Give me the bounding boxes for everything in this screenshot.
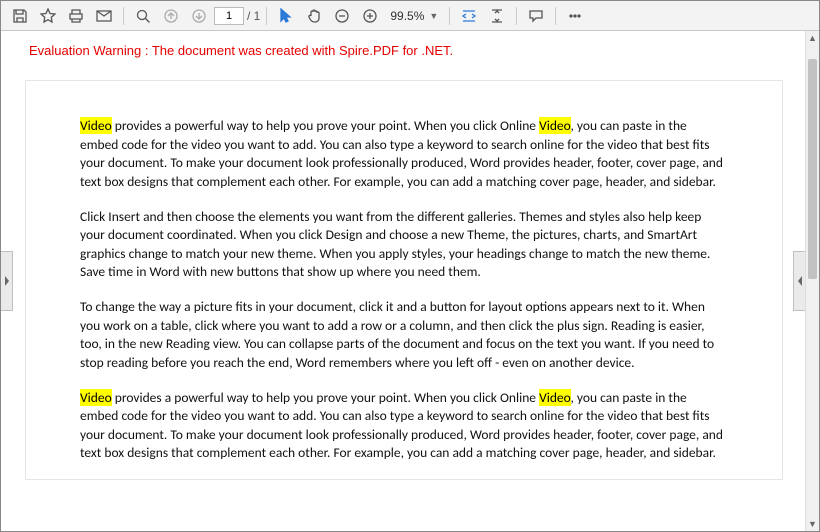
text: provides a powerful way to help you prov… bbox=[112, 117, 539, 134]
save-icon[interactable] bbox=[7, 4, 33, 28]
highlight: Video bbox=[80, 117, 112, 134]
mail-icon[interactable] bbox=[91, 4, 117, 28]
highlight: Video bbox=[80, 389, 112, 406]
highlight: Video bbox=[539, 389, 570, 406]
evaluation-warning: Evaluation Warning : The document was cr… bbox=[25, 43, 783, 58]
separator bbox=[266, 7, 267, 25]
fit-width-icon[interactable] bbox=[456, 4, 482, 28]
page-down-icon[interactable] bbox=[186, 4, 212, 28]
scroll-thumb[interactable] bbox=[808, 59, 817, 279]
pointer-icon[interactable] bbox=[273, 4, 299, 28]
zoom-level-select[interactable]: 99.5% ▼ bbox=[385, 7, 443, 25]
paragraph-4: Video provides a powerful way to help yo… bbox=[80, 389, 728, 464]
scroll-up-icon[interactable]: ▲ bbox=[806, 31, 819, 45]
zoom-out-icon[interactable] bbox=[329, 4, 355, 28]
separator bbox=[555, 7, 556, 25]
document-page: Video provides a powerful way to help yo… bbox=[25, 80, 783, 480]
app-window: / 1 99.5% ▼ ▲ ▼ Evaluation Wa bbox=[0, 0, 820, 532]
text: provides a powerful way to help you prov… bbox=[112, 389, 539, 406]
hand-icon[interactable] bbox=[301, 4, 327, 28]
page-total-label: / 1 bbox=[247, 9, 260, 23]
separator bbox=[516, 7, 517, 25]
print-icon[interactable] bbox=[63, 4, 89, 28]
search-icon[interactable] bbox=[130, 4, 156, 28]
page-current-input[interactable] bbox=[214, 7, 244, 25]
highlight: Video bbox=[539, 117, 570, 134]
left-panel-toggle[interactable] bbox=[1, 251, 13, 311]
paragraph-3: To change the way a picture fits in your… bbox=[80, 298, 728, 373]
star-icon[interactable] bbox=[35, 4, 61, 28]
toolbar: / 1 99.5% ▼ bbox=[1, 1, 819, 31]
paragraph-1: Video provides a powerful way to help yo… bbox=[80, 117, 728, 192]
vertical-scrollbar[interactable]: ▲ ▼ bbox=[805, 31, 819, 531]
paragraph-2: Click Insert and then choose the element… bbox=[80, 208, 728, 283]
separator bbox=[449, 7, 450, 25]
more-icon[interactable] bbox=[562, 4, 588, 28]
right-panel-toggle[interactable] bbox=[793, 251, 805, 311]
comment-icon[interactable] bbox=[523, 4, 549, 28]
fit-page-icon[interactable] bbox=[484, 4, 510, 28]
page-up-icon[interactable] bbox=[158, 4, 184, 28]
scroll-down-icon[interactable]: ▼ bbox=[806, 517, 819, 531]
chevron-down-icon: ▼ bbox=[429, 11, 438, 21]
zoom-in-icon[interactable] bbox=[357, 4, 383, 28]
zoom-level-label: 99.5% bbox=[390, 9, 424, 23]
content-area: ▲ ▼ Evaluation Warning : The document wa… bbox=[1, 31, 819, 531]
document-viewport: Evaluation Warning : The document was cr… bbox=[17, 31, 791, 531]
page-indicator: / 1 bbox=[214, 7, 260, 25]
separator bbox=[123, 7, 124, 25]
